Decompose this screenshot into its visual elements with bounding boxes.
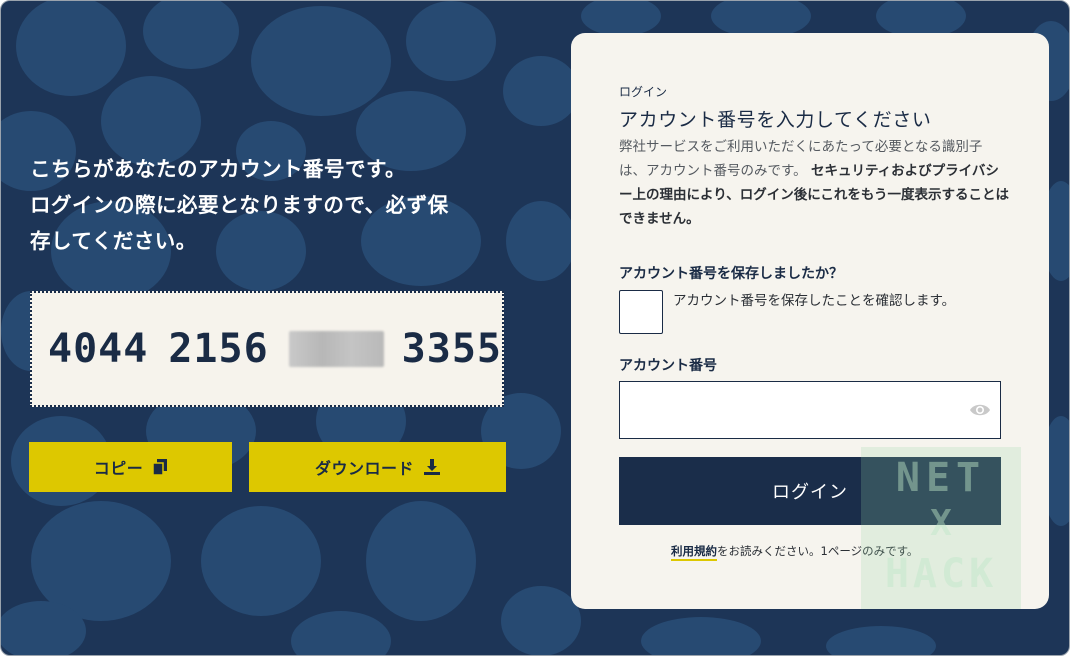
account-number-message: こちらがあなたのアカウント番号です。 ログインの際に必要となりますので、必ず保 … — [30, 151, 520, 259]
login-title: アカウント番号を入力してください — [619, 109, 932, 131]
account-number-label: アカウント番号 — [619, 358, 717, 374]
copy-icon — [153, 459, 168, 475]
saved-checkbox-label: アカウント番号を保存したことを確認します。 — [673, 293, 956, 309]
copy-button-label: コピー — [93, 459, 144, 478]
watermark-line-2: X — [930, 503, 952, 544]
watermark-line-3: HACK — [884, 551, 998, 597]
app-frame: こちらがあなたのアカウント番号です。 ログインの際に必要となりますので、必ず保 … — [0, 0, 1070, 656]
copy-button[interactable]: コピー — [29, 442, 232, 492]
terms-link[interactable]: 利用規約 — [671, 544, 717, 561]
account-number-group-4: 3355 — [401, 326, 502, 372]
saved-question-label: アカウント番号を保存しましたか？ — [619, 266, 843, 282]
message-line-2: ログインの際に必要となりますので、必ず保 — [30, 193, 449, 217]
watermark-line-1: NET — [895, 455, 987, 501]
download-button[interactable]: ダウンロード — [249, 442, 506, 492]
message-line-1: こちらがあなたのアカウント番号です。 — [30, 157, 406, 181]
account-number-input[interactable] — [619, 381, 1001, 439]
login-description: 弊社サービスをご利用いただくにあたって必要となる識別子は、アカウント番号のみです… — [619, 135, 1009, 231]
account-number-display: 4044 2156 3355 — [30, 291, 504, 407]
account-number-masked-group — [288, 331, 384, 367]
download-button-label: ダウンロード — [314, 459, 414, 478]
login-eyebrow: ログイン — [619, 85, 668, 99]
saved-checkbox[interactable] — [619, 290, 663, 334]
download-icon — [424, 459, 440, 475]
message-line-3: 存してください。 — [30, 229, 197, 253]
show-password-eye-icon[interactable] — [969, 400, 991, 420]
account-number-group-1: 4044 — [48, 326, 149, 372]
watermark-logo: NET X HACK — [861, 447, 1021, 609]
account-number-group-2: 2156 — [168, 326, 269, 372]
